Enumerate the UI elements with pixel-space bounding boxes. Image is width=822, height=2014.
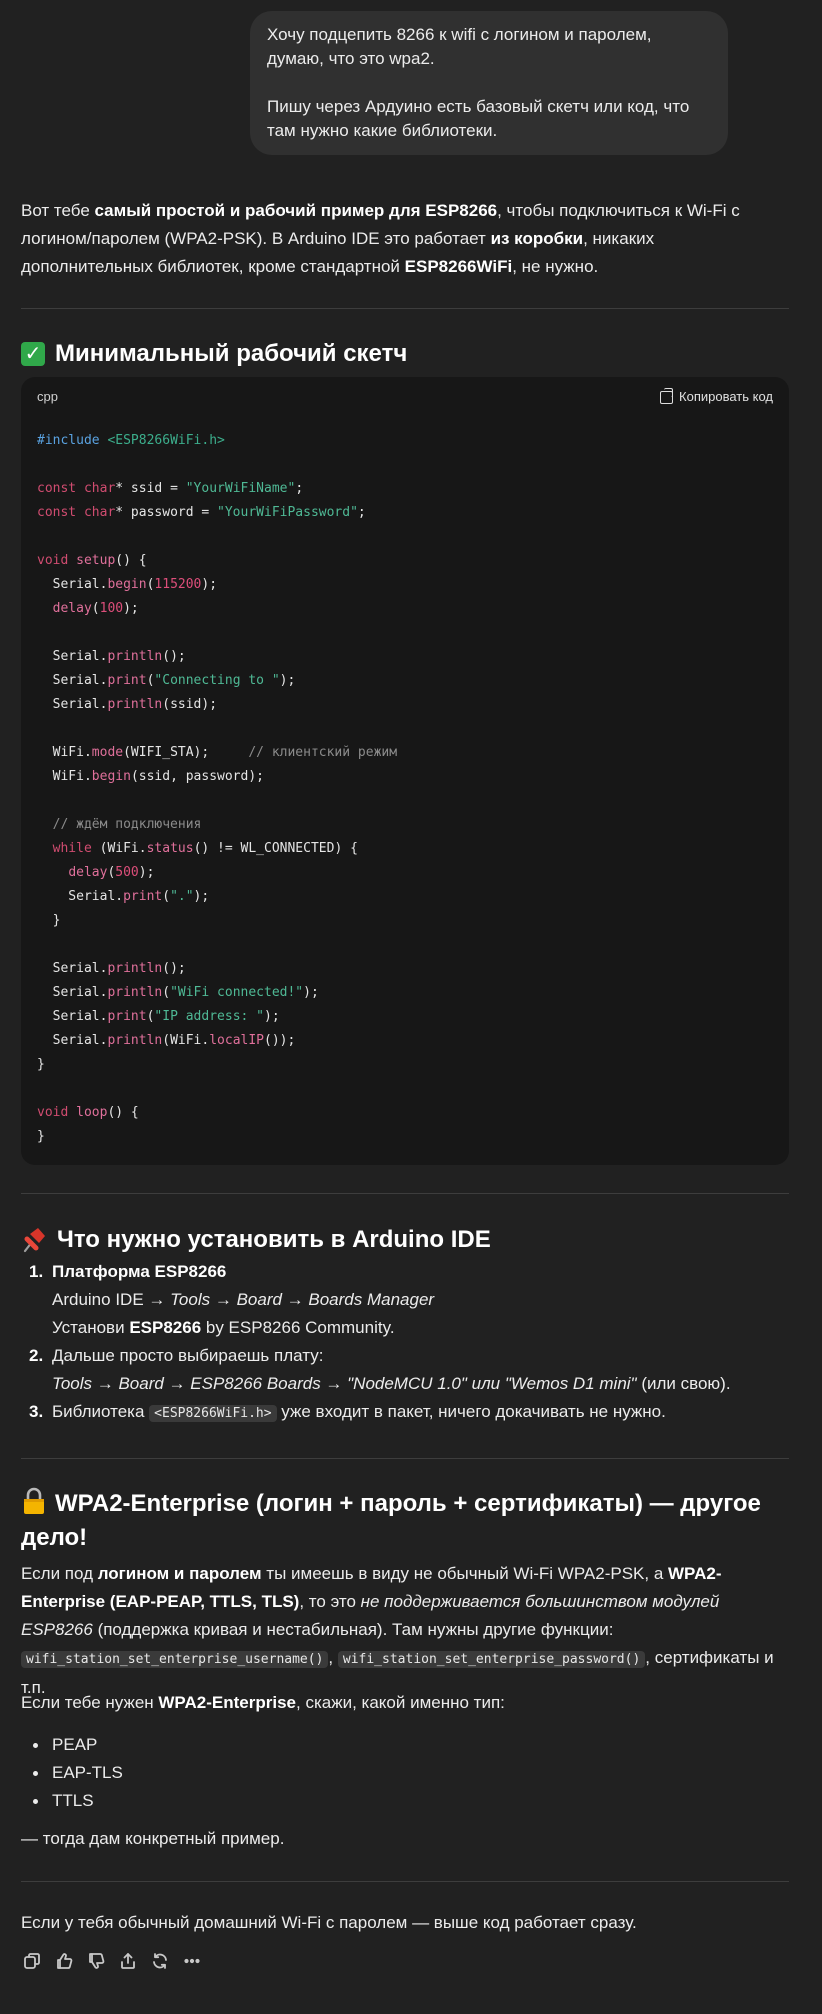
- text: , то это: [299, 1592, 361, 1611]
- share-button[interactable]: [117, 1950, 139, 1972]
- step-title: Платформа ESP8266: [52, 1262, 227, 1281]
- text: by ESP8266 Community.: [201, 1318, 395, 1337]
- code-language-label: cpp: [37, 389, 58, 404]
- thumbs-down-icon: [89, 1953, 105, 1969]
- copy-icon: [660, 387, 674, 404]
- divider: [21, 308, 789, 309]
- divider: [21, 1193, 789, 1194]
- text: Arduino IDE →: [52, 1290, 171, 1309]
- section-title: Минимальный рабочий скетч: [55, 340, 408, 367]
- then-text: — тогда дам конкретный пример.: [21, 1829, 285, 1848]
- list-item: Платформа ESP8266 Arduino IDE → Tools → …: [29, 1258, 789, 1342]
- share-icon: [121, 1953, 135, 1969]
- bold-text: ESP8266WiFi: [404, 257, 513, 276]
- copy-response-button[interactable]: [21, 1950, 43, 1972]
- text: , не нужно.: [512, 257, 599, 276]
- refresh-icon: [153, 1953, 167, 1969]
- list-item: EAP-TLS: [33, 1759, 123, 1787]
- more-options-button[interactable]: [181, 1950, 203, 1972]
- inline-code: wifi_station_set_enterprise_username(): [21, 1651, 329, 1668]
- menu-path: Tools → Board → Boards Manager: [170, 1290, 435, 1309]
- text: Если тебе нужен: [21, 1693, 159, 1712]
- inline-code: wifi_station_set_enterprise_password(): [337, 1651, 646, 1668]
- section-heading-sketch: ✓ Минимальный рабочий скетч: [21, 337, 407, 371]
- text: ты имеешь в виду не обычный Wi-Fi WPA2-P…: [261, 1564, 668, 1583]
- regenerate-button[interactable]: [149, 1950, 171, 1972]
- bold-text: ESP8266: [129, 1318, 202, 1337]
- code-content: #include <ESP8266WiFi.h> const char* ssi…: [37, 433, 398, 1144]
- bold-text: из коробки: [490, 229, 584, 248]
- bold-text: самый простой и рабочий пример для ESP82…: [94, 201, 498, 220]
- user-message-bubble: Хочу подцепить 8266 к wifi с логином и п…: [250, 11, 728, 155]
- text: (или свою).: [636, 1374, 731, 1393]
- text: , скажи, какой именно тип:: [296, 1693, 505, 1712]
- copy-icon: [24, 1953, 40, 1969]
- text: Вот тебе: [21, 201, 95, 220]
- menu-path: Tools → Board → ESP8266 Boards → "NodeMC…: [52, 1374, 637, 1393]
- section-heading-install: Что нужно установить в Arduino IDE: [21, 1223, 491, 1257]
- text: ,: [328, 1648, 338, 1667]
- copy-code-label: Копировать код: [679, 389, 773, 404]
- text: уже входит в пакет, ничего докачивать не…: [276, 1402, 666, 1421]
- lock-icon: [21, 1487, 47, 1515]
- enterprise-types-list: PEAP EAP-TLS TTLS: [21, 1731, 123, 1815]
- thumbs-down-button[interactable]: [85, 1950, 107, 1972]
- intro-paragraph: Вот тебе самый простой и рабочий пример …: [21, 197, 789, 281]
- check-mark-button-icon: ✓: [21, 342, 45, 366]
- section-heading-enterprise: WPA2-Enterprise (логин + пароль + сертиф…: [21, 1487, 789, 1555]
- final-paragraph: Если у тебя обычный домашний Wi-Fi с пар…: [21, 1913, 637, 1932]
- bold-text: логином и паролем: [97, 1564, 262, 1583]
- divider: [21, 1458, 789, 1459]
- ask-paragraph: Если тебе нужен WPA2-Enterprise, скажи, …: [21, 1689, 789, 1717]
- pushpin-icon: [21, 1226, 47, 1254]
- user-message-line: Хочу подцепить 8266 к wifi с логином и п…: [267, 25, 652, 68]
- code-block: cpp Копировать код #include <ESP8266WiFi…: [21, 377, 789, 1165]
- enterprise-paragraph: Если под логином и паролем ты имеешь в в…: [21, 1560, 789, 1702]
- user-message-line: Пишу через Ардуино есть базовый скетч ил…: [267, 97, 690, 140]
- thumbs-up-icon: [57, 1953, 73, 1969]
- text: Если под: [21, 1564, 98, 1583]
- message-actions: [21, 1950, 203, 1972]
- inline-code: <ESP8266WiFi.h>: [149, 1405, 277, 1422]
- list-item: PEAP: [33, 1731, 123, 1759]
- install-steps-list: Платформа ESP8266 Arduino IDE → Tools → …: [21, 1258, 789, 1428]
- list-item: Библиотека <ESP8266WiFi.h> уже входит в …: [29, 1398, 789, 1428]
- text: Библиотека: [52, 1402, 150, 1421]
- copy-code-button[interactable]: Копировать код: [660, 387, 773, 407]
- list-item: Дальше просто выбираешь плату: Tools → B…: [29, 1342, 789, 1398]
- bold-text: WPA2-Enterprise: [158, 1693, 296, 1712]
- thumbs-up-button[interactable]: [53, 1950, 75, 1972]
- more-icon: [184, 1958, 200, 1964]
- divider: [21, 1881, 789, 1882]
- text: Дальше просто выбираешь плату:: [52, 1346, 324, 1365]
- text: Установи: [52, 1318, 130, 1337]
- section-title: WPA2-Enterprise (логин + пароль + сертиф…: [21, 1490, 761, 1551]
- list-item: TTLS: [33, 1787, 123, 1815]
- section-title: Что нужно установить в Arduino IDE: [57, 1226, 491, 1253]
- text: (поддержка кривая и нестабильная). Там н…: [92, 1620, 614, 1639]
